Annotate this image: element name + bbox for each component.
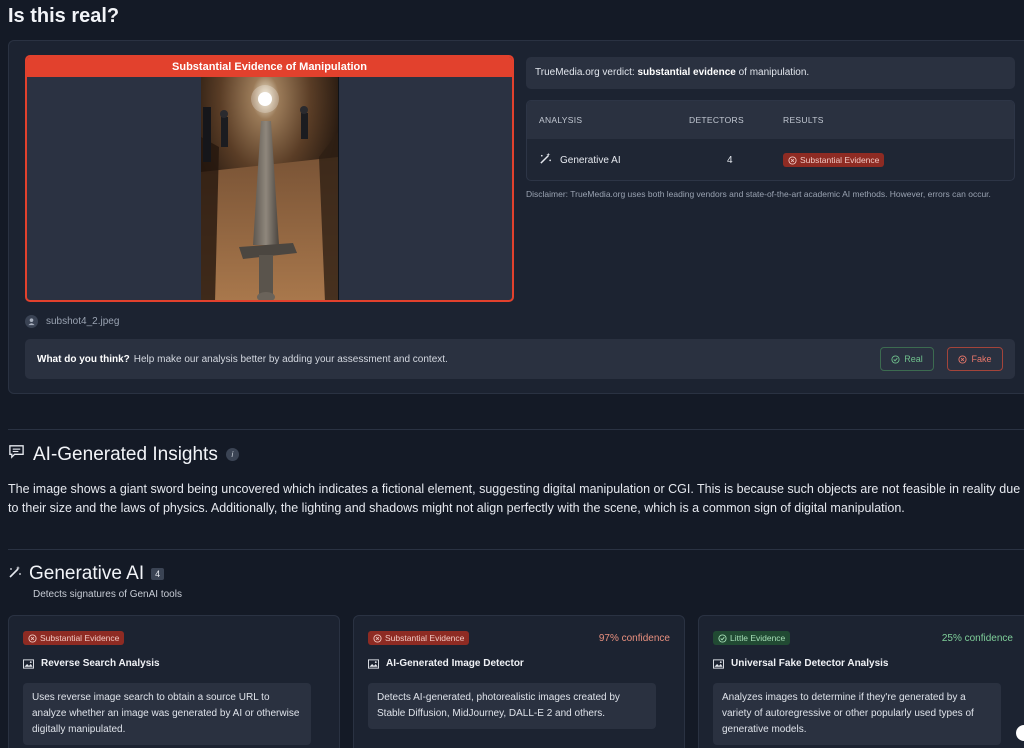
insights-text: The image shows a giant sword being unco… [8,482,1021,515]
analyzed-image[interactable] [201,77,338,300]
page-title: Is this real? [8,5,120,27]
section-divider [8,429,1024,430]
detector-name-label: Universal Fake Detector Analysis [731,658,889,669]
detector-name: AI-Generated Image Detector [368,658,524,669]
detectors-count: 4 [727,154,733,166]
header-results: RESULTS [783,115,824,125]
feedback-bar: What do you think? Help make our analysi… [25,339,1015,379]
filename-label: subshot4_2.jpeg [46,316,120,327]
check-circle-icon [718,633,727,643]
verdict-suffix: of manipulation. [735,67,810,78]
disclaimer: Disclaimer: TrueMedia.org uses both lead… [526,189,991,199]
detector-card[interactable]: Substantial Evidence 97% confidence AI-G… [353,615,685,748]
detector-name-label: Reverse Search Analysis [41,658,160,669]
chat-bubble-icon [8,443,25,466]
fake-button-label: Fake [971,354,992,364]
check-circle-icon [891,354,900,364]
result-card: Substantial Evidence of Manipulation sub… [8,40,1024,394]
status-badge: Substantial Evidence [368,631,470,645]
verdict-box: TrueMedia.org verdict: substantial evide… [526,57,1015,89]
detector-name: Universal Fake Detector Analysis [713,658,888,669]
detector-description: Detects AI-generated, photorealistic ima… [368,683,656,729]
status-badge-label: Substantial Evidence [800,155,880,165]
x-circle-icon [788,155,797,165]
generative-ai-subtitle: Detects signatures of GenAI tools [33,589,182,600]
header-detectors: DETECTORS [689,115,744,125]
user-circle-icon [25,315,38,328]
image-icon [23,658,34,669]
generative-ai-title: Generative AI [29,563,145,584]
insights-title: AI-Generated Insights [33,443,218,465]
detector-card[interactable]: Little Evidence 25% confidence Universal… [698,615,1024,748]
x-circle-icon [958,354,968,364]
detector-name: Reverse Search Analysis [23,658,160,669]
detector-description: Uses reverse image search to obtain a so… [23,683,311,745]
analysis-cell: Generative AI [539,152,621,168]
image-icon [368,658,379,669]
real-button-label: Real [904,354,923,364]
feedback-prompt: Help make our analysis better by adding … [133,353,448,365]
file-info: subshot4_2.jpeg [25,315,119,328]
status-badge: Substantial Evidence [783,153,885,167]
media-preview: Substantial Evidence of Manipulation [25,55,514,302]
x-circle-icon [28,633,37,643]
detector-card[interactable]: Substantial Evidence Reverse Search Anal… [8,615,340,748]
detector-name-label: AI-Generated Image Detector [386,658,524,669]
manipulation-banner: Substantial Evidence of Manipulation [27,57,512,77]
verdict-strong: substantial evidence [637,67,736,78]
status-badge-label: Substantial Evidence [385,633,465,643]
confidence-label: 25% confidence [941,633,1013,644]
info-icon[interactable]: i [225,448,239,461]
status-badge: Little Evidence [713,631,791,645]
insights-heading: AI-Generated Insights i [8,443,239,466]
feedback-question: What do you think? [37,353,130,365]
generative-ai-heading: Generative AI 4 [8,563,165,585]
magic-wand-icon [8,563,22,585]
status-badge: Substantial Evidence [23,631,125,645]
analysis-name: Generative AI [560,154,621,166]
image-icon [713,658,724,669]
status-badge-label: Substantial Evidence [40,633,120,643]
x-circle-icon [373,633,382,643]
status-badge-label: Little Evidence [730,633,786,643]
header-analysis: ANALYSIS [539,115,583,125]
magic-wand-icon [539,152,552,168]
detector-count-badge: 4 [151,568,165,580]
section-divider [8,549,1024,550]
verdict-prefix: TrueMedia.org verdict: [535,67,638,78]
detector-description: Analyzes images to determine if they're … [713,683,1001,745]
analysis-table-header: ANALYSIS DETECTORS RESULTS [527,101,1014,139]
analysis-table: ANALYSIS DETECTORS RESULTS Generative AI… [526,100,1015,181]
real-button[interactable]: Real [880,347,934,371]
confidence-label: 97% confidence [598,633,670,644]
table-row[interactable]: Generative AI 4 Substantial Evidence [527,139,1014,180]
fake-button[interactable]: Fake [947,347,1003,371]
